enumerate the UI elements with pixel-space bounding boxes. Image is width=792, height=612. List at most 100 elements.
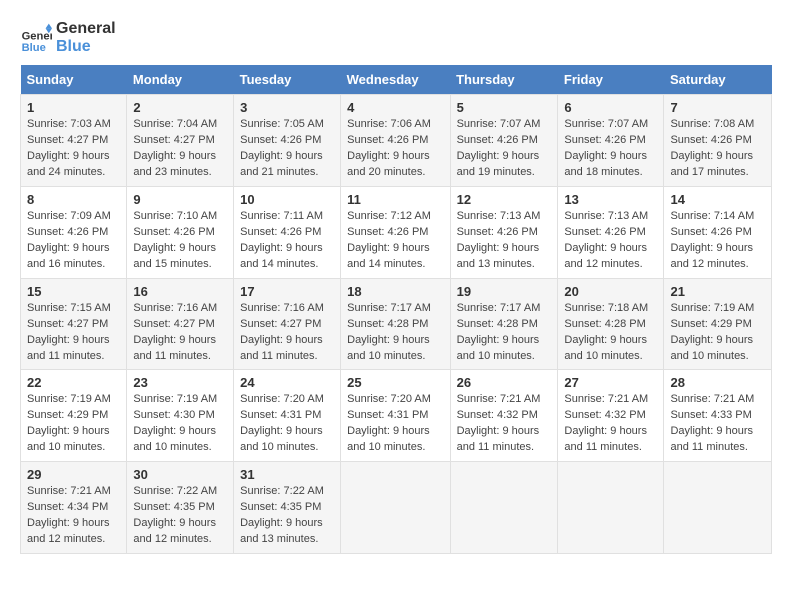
calendar-cell: 4 Sunrise: 7:06 AMSunset: 4:26 PMDayligh… bbox=[341, 95, 450, 187]
week-row-2: 8 Sunrise: 7:09 AMSunset: 4:26 PMDayligh… bbox=[21, 186, 772, 278]
calendar-cell bbox=[450, 462, 558, 554]
day-number: 19 bbox=[457, 284, 552, 299]
column-header-thursday: Thursday bbox=[450, 65, 558, 95]
calendar-cell: 30 Sunrise: 7:22 AMSunset: 4:35 PMDaylig… bbox=[127, 462, 234, 554]
day-number: 8 bbox=[27, 192, 120, 207]
day-info: Sunrise: 7:07 AMSunset: 4:26 PMDaylight:… bbox=[457, 117, 552, 181]
day-number: 4 bbox=[347, 100, 443, 115]
calendar-cell: 12 Sunrise: 7:13 AMSunset: 4:26 PMDaylig… bbox=[450, 186, 558, 278]
day-info: Sunrise: 7:18 AMSunset: 4:28 PMDaylight:… bbox=[564, 301, 657, 365]
calendar-cell: 20 Sunrise: 7:18 AMSunset: 4:28 PMDaylig… bbox=[558, 278, 664, 370]
calendar-cell: 27 Sunrise: 7:21 AMSunset: 4:32 PMDaylig… bbox=[558, 370, 664, 462]
week-row-1: 1 Sunrise: 7:03 AMSunset: 4:27 PMDayligh… bbox=[21, 95, 772, 187]
calendar-cell: 8 Sunrise: 7:09 AMSunset: 4:26 PMDayligh… bbox=[21, 186, 127, 278]
day-info: Sunrise: 7:09 AMSunset: 4:26 PMDaylight:… bbox=[27, 209, 120, 273]
day-number: 16 bbox=[133, 284, 227, 299]
day-info: Sunrise: 7:21 AMSunset: 4:32 PMDaylight:… bbox=[457, 392, 552, 456]
svg-text:General: General bbox=[22, 30, 52, 42]
day-info: Sunrise: 7:19 AMSunset: 4:29 PMDaylight:… bbox=[27, 392, 120, 456]
day-number: 14 bbox=[670, 192, 765, 207]
calendar-cell: 28 Sunrise: 7:21 AMSunset: 4:33 PMDaylig… bbox=[664, 370, 772, 462]
calendar-cell: 19 Sunrise: 7:17 AMSunset: 4:28 PMDaylig… bbox=[450, 278, 558, 370]
day-info: Sunrise: 7:19 AMSunset: 4:30 PMDaylight:… bbox=[133, 392, 227, 456]
column-header-friday: Friday bbox=[558, 65, 664, 95]
day-info: Sunrise: 7:13 AMSunset: 4:26 PMDaylight:… bbox=[564, 209, 657, 273]
calendar-cell bbox=[341, 462, 450, 554]
page-header: General Blue General Blue bbox=[20, 20, 772, 55]
day-info: Sunrise: 7:08 AMSunset: 4:26 PMDaylight:… bbox=[670, 117, 765, 181]
day-number: 6 bbox=[564, 100, 657, 115]
day-number: 27 bbox=[564, 375, 657, 390]
day-number: 25 bbox=[347, 375, 443, 390]
day-info: Sunrise: 7:07 AMSunset: 4:26 PMDaylight:… bbox=[564, 117, 657, 181]
day-number: 7 bbox=[670, 100, 765, 115]
day-number: 29 bbox=[27, 467, 120, 482]
week-row-4: 22 Sunrise: 7:19 AMSunset: 4:29 PMDaylig… bbox=[21, 370, 772, 462]
day-number: 30 bbox=[133, 467, 227, 482]
column-header-wednesday: Wednesday bbox=[341, 65, 450, 95]
day-number: 12 bbox=[457, 192, 552, 207]
day-number: 15 bbox=[27, 284, 120, 299]
calendar-cell: 25 Sunrise: 7:20 AMSunset: 4:31 PMDaylig… bbox=[341, 370, 450, 462]
calendar-cell: 9 Sunrise: 7:10 AMSunset: 4:26 PMDayligh… bbox=[127, 186, 234, 278]
day-info: Sunrise: 7:19 AMSunset: 4:29 PMDaylight:… bbox=[670, 301, 765, 365]
calendar-table: SundayMondayTuesdayWednesdayThursdayFrid… bbox=[20, 65, 772, 554]
day-info: Sunrise: 7:21 AMSunset: 4:32 PMDaylight:… bbox=[564, 392, 657, 456]
day-info: Sunrise: 7:16 AMSunset: 4:27 PMDaylight:… bbox=[133, 301, 227, 365]
day-number: 13 bbox=[564, 192, 657, 207]
day-number: 31 bbox=[240, 467, 334, 482]
column-header-saturday: Saturday bbox=[664, 65, 772, 95]
calendar-cell: 17 Sunrise: 7:16 AMSunset: 4:27 PMDaylig… bbox=[234, 278, 341, 370]
day-number: 1 bbox=[27, 100, 120, 115]
calendar-cell: 15 Sunrise: 7:15 AMSunset: 4:27 PMDaylig… bbox=[21, 278, 127, 370]
day-number: 23 bbox=[133, 375, 227, 390]
day-info: Sunrise: 7:21 AMSunset: 4:34 PMDaylight:… bbox=[27, 484, 120, 548]
day-number: 26 bbox=[457, 375, 552, 390]
day-info: Sunrise: 7:04 AMSunset: 4:27 PMDaylight:… bbox=[133, 117, 227, 181]
calendar-cell: 5 Sunrise: 7:07 AMSunset: 4:26 PMDayligh… bbox=[450, 95, 558, 187]
day-info: Sunrise: 7:11 AMSunset: 4:26 PMDaylight:… bbox=[240, 209, 334, 273]
day-info: Sunrise: 7:14 AMSunset: 4:26 PMDaylight:… bbox=[670, 209, 765, 273]
calendar-cell: 23 Sunrise: 7:19 AMSunset: 4:30 PMDaylig… bbox=[127, 370, 234, 462]
svg-text:Blue: Blue bbox=[22, 41, 46, 53]
logo: General Blue General Blue bbox=[20, 20, 116, 55]
day-number: 18 bbox=[347, 284, 443, 299]
day-number: 20 bbox=[564, 284, 657, 299]
calendar-cell: 7 Sunrise: 7:08 AMSunset: 4:26 PMDayligh… bbox=[664, 95, 772, 187]
calendar-cell: 14 Sunrise: 7:14 AMSunset: 4:26 PMDaylig… bbox=[664, 186, 772, 278]
calendar-cell: 31 Sunrise: 7:22 AMSunset: 4:35 PMDaylig… bbox=[234, 462, 341, 554]
logo-text-general: General bbox=[56, 20, 116, 38]
day-number: 28 bbox=[670, 375, 765, 390]
day-info: Sunrise: 7:03 AMSunset: 4:27 PMDaylight:… bbox=[27, 117, 120, 181]
logo-icon: General Blue bbox=[20, 22, 52, 54]
day-info: Sunrise: 7:06 AMSunset: 4:26 PMDaylight:… bbox=[347, 117, 443, 181]
day-number: 9 bbox=[133, 192, 227, 207]
calendar-cell: 29 Sunrise: 7:21 AMSunset: 4:34 PMDaylig… bbox=[21, 462, 127, 554]
column-header-tuesday: Tuesday bbox=[234, 65, 341, 95]
week-row-5: 29 Sunrise: 7:21 AMSunset: 4:34 PMDaylig… bbox=[21, 462, 772, 554]
day-info: Sunrise: 7:17 AMSunset: 4:28 PMDaylight:… bbox=[457, 301, 552, 365]
day-info: Sunrise: 7:16 AMSunset: 4:27 PMDaylight:… bbox=[240, 301, 334, 365]
calendar-cell: 11 Sunrise: 7:12 AMSunset: 4:26 PMDaylig… bbox=[341, 186, 450, 278]
day-number: 2 bbox=[133, 100, 227, 115]
calendar-cell bbox=[664, 462, 772, 554]
day-info: Sunrise: 7:20 AMSunset: 4:31 PMDaylight:… bbox=[347, 392, 443, 456]
day-info: Sunrise: 7:10 AMSunset: 4:26 PMDaylight:… bbox=[133, 209, 227, 273]
day-number: 22 bbox=[27, 375, 120, 390]
day-number: 10 bbox=[240, 192, 334, 207]
calendar-cell: 16 Sunrise: 7:16 AMSunset: 4:27 PMDaylig… bbox=[127, 278, 234, 370]
day-number: 3 bbox=[240, 100, 334, 115]
day-info: Sunrise: 7:22 AMSunset: 4:35 PMDaylight:… bbox=[133, 484, 227, 548]
day-info: Sunrise: 7:17 AMSunset: 4:28 PMDaylight:… bbox=[347, 301, 443, 365]
calendar-cell: 6 Sunrise: 7:07 AMSunset: 4:26 PMDayligh… bbox=[558, 95, 664, 187]
header-row: SundayMondayTuesdayWednesdayThursdayFrid… bbox=[21, 65, 772, 95]
day-number: 11 bbox=[347, 192, 443, 207]
day-number: 17 bbox=[240, 284, 334, 299]
calendar-cell: 3 Sunrise: 7:05 AMSunset: 4:26 PMDayligh… bbox=[234, 95, 341, 187]
day-info: Sunrise: 7:05 AMSunset: 4:26 PMDaylight:… bbox=[240, 117, 334, 181]
day-number: 5 bbox=[457, 100, 552, 115]
day-info: Sunrise: 7:13 AMSunset: 4:26 PMDaylight:… bbox=[457, 209, 552, 273]
calendar-cell: 13 Sunrise: 7:13 AMSunset: 4:26 PMDaylig… bbox=[558, 186, 664, 278]
day-info: Sunrise: 7:22 AMSunset: 4:35 PMDaylight:… bbox=[240, 484, 334, 548]
calendar-cell: 10 Sunrise: 7:11 AMSunset: 4:26 PMDaylig… bbox=[234, 186, 341, 278]
